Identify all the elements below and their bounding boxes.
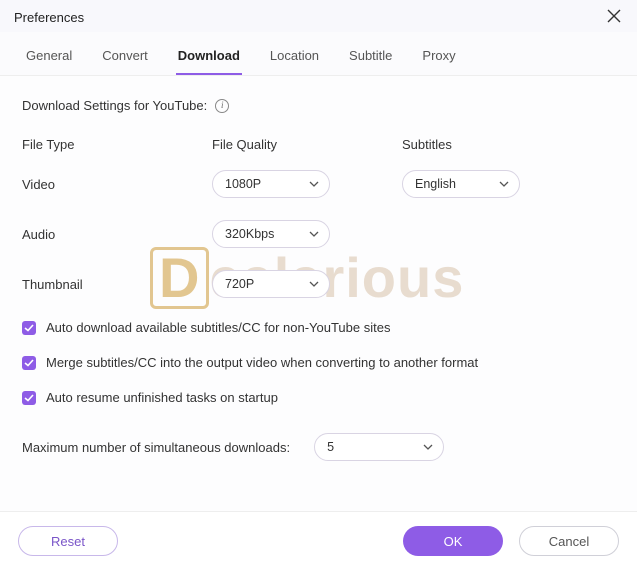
ok-button[interactable]: OK [403,526,503,556]
label-video: Video [22,177,212,192]
tab-general[interactable]: General [24,40,74,75]
checkbox-icon [22,391,36,405]
checkbox-merge-subs[interactable]: Merge subtitles/CC into the output video… [22,355,615,370]
max-downloads-row: Maximum number of simultaneous downloads… [22,433,615,461]
select-max-downloads-value: 5 [327,440,334,454]
select-audio-quality[interactable]: 320Kbps [212,220,330,248]
select-subtitles-value: English [415,177,456,191]
header-file-quality: File Quality [212,137,402,152]
chevron-down-icon [499,181,509,187]
cancel-button[interactable]: Cancel [519,526,619,556]
chevron-down-icon [423,444,433,450]
select-thumbnail-quality-value: 720P [225,277,254,291]
label-audio: Audio [22,227,212,242]
close-icon[interactable] [603,6,625,28]
select-max-downloads[interactable]: 5 [314,433,444,461]
checkbox-auto-download-subs[interactable]: Auto download available subtitles/CC for… [22,320,615,335]
checkbox-label: Auto download available subtitles/CC for… [46,320,390,335]
label-thumbnail: Thumbnail [22,277,212,292]
row-audio: Audio 320Kbps [22,220,615,248]
chevron-down-icon [309,281,319,287]
select-audio-quality-value: 320Kbps [225,227,274,241]
checkbox-auto-resume[interactable]: Auto resume unfinished tasks on startup [22,390,615,405]
tab-download[interactable]: Download [176,40,242,75]
checkbox-icon [22,356,36,370]
select-video-quality-value: 1080P [225,177,261,191]
header-subtitles: Subtitles [402,137,582,152]
select-thumbnail-quality[interactable]: 720P [212,270,330,298]
chevron-down-icon [309,231,319,237]
tab-subtitle[interactable]: Subtitle [347,40,394,75]
tab-convert[interactable]: Convert [100,40,150,75]
tab-location[interactable]: Location [268,40,321,75]
checkbox-icon [22,321,36,335]
tab-proxy[interactable]: Proxy [420,40,457,75]
footer: Reset OK Cancel [0,511,637,574]
checkbox-label: Merge subtitles/CC into the output video… [46,355,478,370]
section-title: Download Settings for YouTube: i [22,98,615,113]
window-title: Preferences [14,10,84,25]
titlebar: Preferences [0,0,637,32]
select-video-quality[interactable]: 1080P [212,170,330,198]
tab-bar: General Convert Download Location Subtit… [0,32,637,76]
row-video: Video 1080P English [22,170,615,198]
select-subtitles-language[interactable]: English [402,170,520,198]
checkbox-label: Auto resume unfinished tasks on startup [46,390,278,405]
info-icon[interactable]: i [215,99,229,113]
max-downloads-label: Maximum number of simultaneous downloads… [22,440,290,455]
section-title-text: Download Settings for YouTube: [22,98,207,113]
reset-button[interactable]: Reset [18,526,118,556]
chevron-down-icon [309,181,319,187]
header-file-type: File Type [22,137,212,152]
column-headers: File Type File Quality Subtitles [22,137,615,152]
row-thumbnail: Thumbnail 720P [22,270,615,298]
